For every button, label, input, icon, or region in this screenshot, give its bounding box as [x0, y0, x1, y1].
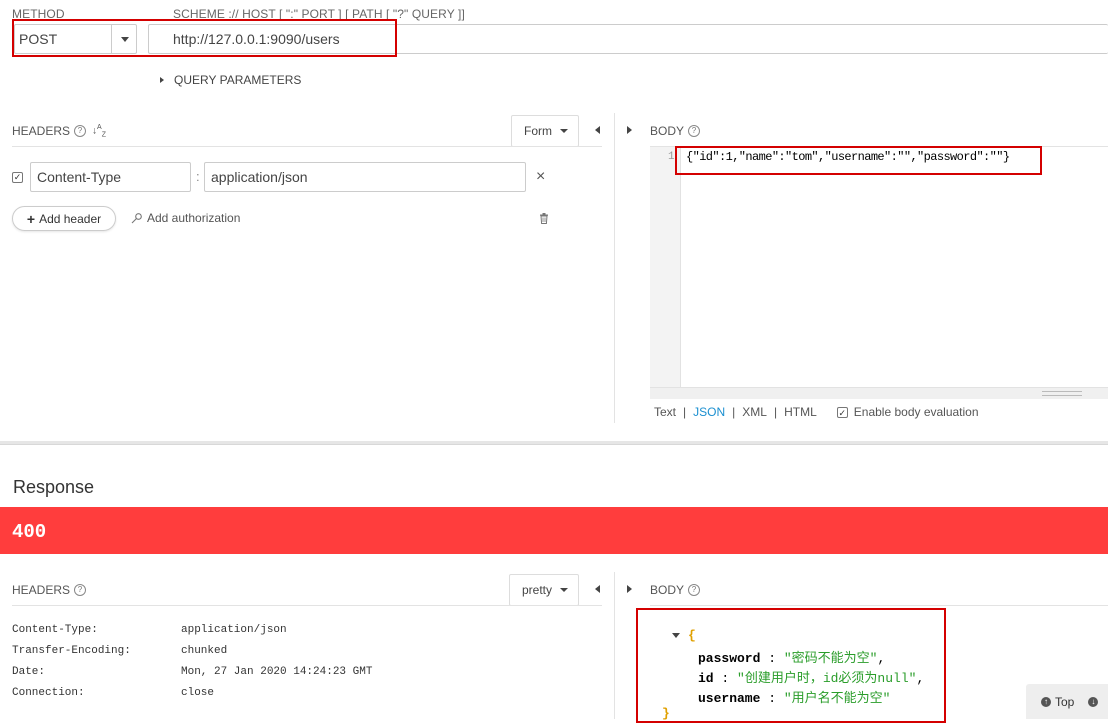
request-headers-label: HEADERS: [12, 124, 71, 139]
response-headers-label: HEADERS: [12, 583, 71, 597]
response-header-value: application/json: [181, 624, 287, 636]
format-html[interactable]: HTML: [784, 405, 817, 419]
panel-divider: [614, 572, 615, 719]
form-dropdown[interactable]: Form: [511, 115, 579, 147]
query-parameters-toggle[interactable]: QUERY PARAMETERS: [160, 73, 301, 87]
header-name-input[interactable]: Content-Type: [30, 162, 191, 192]
header-value-input[interactable]: application/json: [204, 162, 526, 192]
pretty-label: pretty: [522, 583, 553, 597]
response-header-name: Transfer-Encoding:: [12, 645, 131, 657]
editor-scrollbar[interactable]: [650, 387, 1108, 399]
chevron-right-icon: [160, 77, 164, 83]
help-icon[interactable]: ?: [688, 125, 701, 137]
arrow-up-icon[interactable]: ↑: [1041, 696, 1051, 707]
divider: [650, 605, 1108, 606]
chevron-down-icon: [560, 129, 568, 133]
arrow-down-icon[interactable]: ↓: [1088, 696, 1099, 707]
collapse-left-icon[interactable]: [595, 126, 600, 134]
body-evaluation-checkbox[interactable]: ✓: [836, 406, 848, 418]
format-separator: |: [732, 405, 736, 419]
response-body-label: BODY: [650, 583, 685, 597]
response-title: Response: [13, 477, 95, 497]
status-code: 400: [12, 521, 47, 543]
trash-icon[interactable]: [539, 213, 549, 224]
method-url-highlight: [12, 19, 397, 57]
body-format-bar: Text | JSON | XML | HTML ✓ Enable body e…: [654, 405, 979, 419]
collapse-left-icon[interactable]: [595, 585, 600, 593]
add-authorization-link[interactable]: Add authorization: [131, 211, 240, 225]
panel-divider: [614, 113, 615, 423]
response-header-value: Mon, 27 Jan 2020 14:24:23 GMT: [181, 666, 373, 678]
format-text[interactable]: Text: [654, 405, 676, 419]
format-json[interactable]: JSON: [693, 405, 725, 419]
query-parameters-label: QUERY PARAMETERS: [174, 73, 302, 87]
form-label: Form: [524, 124, 552, 138]
divider: [12, 605, 602, 606]
header-enabled-checkbox[interactable]: ✓: [12, 172, 23, 183]
add-authorization-label: Add authorization: [147, 211, 241, 225]
expand-right-icon[interactable]: [627, 126, 632, 134]
request-body-label: BODY: [650, 124, 685, 138]
editor-gutter: [650, 147, 681, 398]
help-icon[interactable]: ?: [688, 584, 701, 596]
header-value-value: application/json: [211, 169, 308, 185]
header-name-value: Content-Type: [37, 169, 122, 185]
response-header-value: chunked: [181, 645, 228, 657]
chevron-down-icon: [560, 588, 569, 592]
response-header-name: Content-Type:: [12, 624, 98, 636]
key-icon: [131, 213, 142, 224]
format-separator: |: [683, 405, 687, 419]
response-body-title: BODY ?: [650, 583, 701, 597]
format-separator: |: [773, 405, 778, 419]
expand-right-icon[interactable]: [627, 585, 632, 593]
pretty-dropdown[interactable]: pretty: [509, 574, 579, 606]
response-body-highlight: [636, 608, 946, 723]
divider: [12, 146, 602, 147]
section-divider: [0, 441, 1108, 445]
add-header-button[interactable]: + Add header: [12, 206, 116, 231]
response-header-name: Connection:: [12, 687, 85, 699]
plus-icon: +: [26, 210, 36, 227]
top-button-bar: ↑ Top ↓: [1026, 684, 1108, 719]
help-icon[interactable]: ?: [74, 125, 87, 138]
resize-handle[interactable]: [1042, 391, 1082, 396]
header-separator: :: [196, 169, 200, 184]
add-header-label: Add header: [39, 211, 102, 226]
format-xml[interactable]: XML: [742, 405, 767, 419]
body-evaluation-label: Enable body evaluation: [853, 405, 979, 419]
remove-header-icon[interactable]: ×: [536, 168, 545, 186]
response-header-name: Date:: [12, 666, 46, 678]
body-highlight: [675, 146, 1042, 175]
help-icon[interactable]: ?: [74, 584, 87, 596]
request-headers-title: HEADERS ? ↓AZ: [12, 124, 106, 138]
response-headers-title: HEADERS ?: [12, 583, 87, 597]
status-bar: 400: [0, 507, 1108, 554]
top-button[interactable]: Top: [1055, 695, 1074, 709]
line-number: 1: [668, 151, 675, 163]
response-header-value: close: [181, 687, 215, 699]
body-editor[interactable]: 1 {"id":1,"name":"tom","username":"","pa…: [650, 147, 1108, 399]
request-body-title: BODY ?: [650, 124, 701, 138]
sort-icon[interactable]: ↓AZ: [92, 124, 106, 138]
